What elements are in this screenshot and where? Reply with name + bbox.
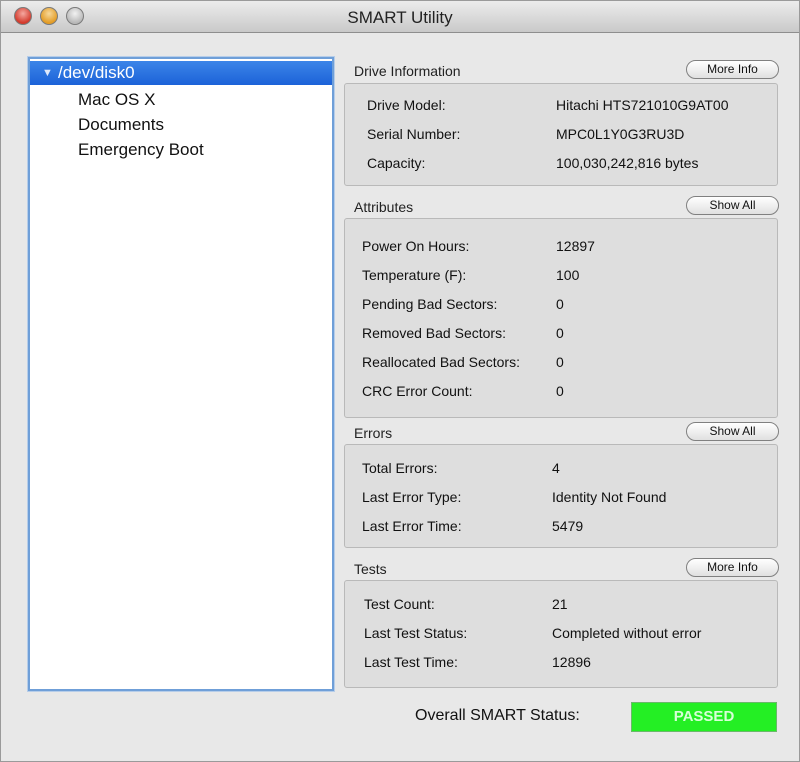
attributes-group: Power On Hours: 12897 Temperature (F): 1… [344,218,778,418]
crc-error-count-label: CRC Error Count: [362,383,473,399]
pending-bad-sectors-value: 0 [556,296,564,312]
errors-show-all-button[interactable]: Show All [686,422,779,441]
last-error-time-value: 5479 [552,518,584,534]
volume-item-emergency-boot[interactable]: Emergency Boot [30,138,332,162]
temperature-label: Temperature (F): [362,267,467,283]
capacity-label: Capacity: [367,155,426,171]
crc-error-count-value: 0 [556,383,564,399]
drive-model-label: Drive Model: [367,97,446,113]
drive-model-value: Hitachi HTS721010G9AT00 [556,97,729,113]
power-on-hours-value: 12897 [556,238,595,254]
disk-list[interactable]: ▼/dev/disk0 Mac OS X Documents Emergency… [28,57,334,691]
power-on-hours-label: Power On Hours: [362,238,470,254]
last-error-type-value: Identity Not Found [552,489,667,505]
overall-status-badge: PASSED [631,702,777,732]
last-error-type-label: Last Error Type: [362,489,462,505]
tests-more-info-button[interactable]: More Info [686,558,779,577]
tests-group: Test Count: 21 Last Test Status: Complet… [344,580,778,688]
last-error-time-label: Last Error Time: [362,518,462,534]
last-test-status-label: Last Test Status: [364,625,468,641]
disk-item-label: /dev/disk0 [58,63,135,82]
errors-heading: Errors [354,425,393,441]
volume-item-mac-os-x[interactable]: Mac OS X [30,88,332,112]
disclosure-triangle-icon[interactable]: ▼ [42,61,58,85]
attributes-show-all-button[interactable]: Show All [686,196,779,215]
total-errors-value: 4 [552,460,560,476]
test-count-value: 21 [552,596,568,612]
reallocated-bad-sectors-label: Reallocated Bad Sectors: [362,354,520,370]
total-errors-label: Total Errors: [362,460,438,476]
disk-item-disk0[interactable]: ▼/dev/disk0 [30,61,332,85]
pending-bad-sectors-label: Pending Bad Sectors: [362,296,498,312]
title-bar[interactable]: SMART Utility [1,1,799,33]
tests-heading: Tests [354,561,387,577]
errors-group: Total Errors: 4 Last Error Type: Identit… [344,444,778,548]
removed-bad-sectors-value: 0 [556,325,564,341]
drive-information-heading: Drive Information [354,63,461,79]
test-count-label: Test Count: [364,596,435,612]
volume-item-documents[interactable]: Documents [30,113,332,137]
reallocated-bad-sectors-value: 0 [556,354,564,370]
serial-number-label: Serial Number: [367,126,461,142]
drive-more-info-button[interactable]: More Info [686,60,779,79]
drive-information-group: Drive Model: Hitachi HTS721010G9AT00 Ser… [344,83,778,186]
last-test-status-value: Completed without error [552,625,702,641]
smart-utility-window: SMART Utility ▼/dev/disk0 Mac OS X Docum… [0,0,800,762]
capacity-value: 100,030,242,816 bytes [556,155,699,171]
last-test-time-value: 12896 [552,654,591,670]
overall-status-label: Overall SMART Status: [415,707,580,724]
attributes-heading: Attributes [354,199,414,215]
removed-bad-sectors-label: Removed Bad Sectors: [362,325,506,341]
serial-number-value: MPC0L1Y0G3RU3D [556,126,685,142]
temperature-value: 100 [556,267,580,283]
window-title: SMART Utility [347,8,453,27]
last-test-time-label: Last Test Time: [364,654,458,670]
